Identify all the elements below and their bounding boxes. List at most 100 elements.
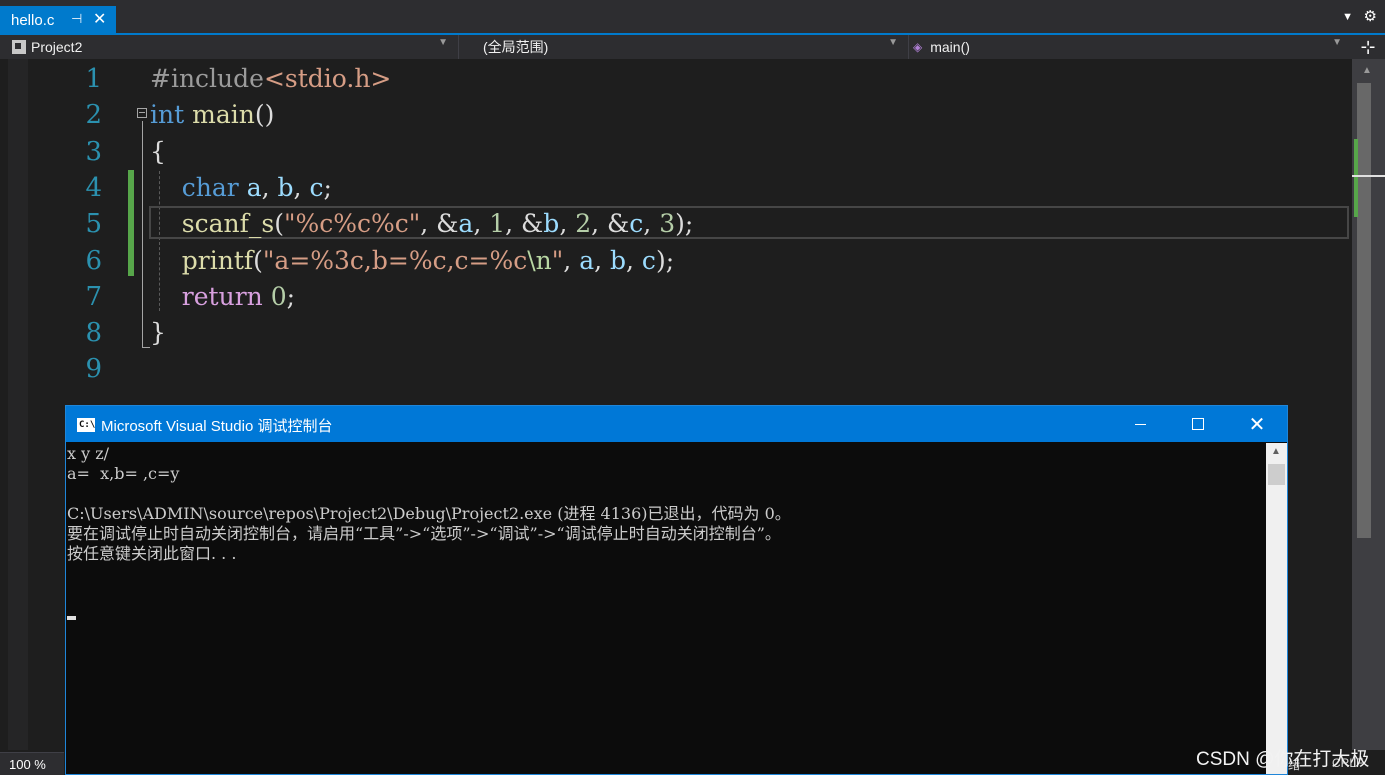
minimize-icon xyxy=(1134,423,1146,425)
console-output[interactable]: x y z/a= x,b= ,c=y C:\Users\ADMIN\source\… xyxy=(66,443,1266,774)
selection-margin xyxy=(8,59,28,750)
console-title-bar[interactable]: C:\ Microsoft Visual Studio 调试控制台 ✕ xyxy=(66,406,1287,442)
code-token: #include xyxy=(150,64,264,93)
code-token: ; xyxy=(323,172,332,202)
code-token: b xyxy=(610,245,627,275)
console-title: Microsoft Visual Studio 调试控制台 xyxy=(101,418,333,435)
change-tracking-bar xyxy=(128,170,134,276)
close-icon[interactable]: ✕ xyxy=(93,9,106,29)
collapse-toggle-icon[interactable] xyxy=(137,108,147,118)
minimize-button[interactable] xyxy=(1111,406,1169,442)
tab-list-dropdown-icon[interactable]: ▼ xyxy=(1342,11,1353,23)
code-token: , xyxy=(293,172,310,202)
chevron-down-icon: ▼ xyxy=(888,37,898,48)
tab-hello-c[interactable]: hello.c ⊣ ✕ xyxy=(0,6,116,34)
code-line[interactable]: { xyxy=(150,134,166,170)
scrollbar-caret-marker xyxy=(1352,175,1385,177)
code-line[interactable]: int main() xyxy=(150,97,274,133)
scope-dropdown[interactable]: (全局范围) ▼ xyxy=(458,35,904,59)
pin-icon[interactable]: ⊣ xyxy=(71,11,82,27)
console-cursor xyxy=(67,616,76,620)
watermark: CSDN @你在打大极 xyxy=(1196,749,1370,770)
code-token: ( xyxy=(274,209,284,239)
code-token: 1 xyxy=(489,209,506,239)
code-token: c xyxy=(629,209,644,239)
line-number: 9 xyxy=(85,354,102,385)
code-token: int xyxy=(150,100,185,130)
code-token: "%c%c%c" xyxy=(283,209,421,239)
code-line[interactable]: char a, b, c; xyxy=(150,170,332,206)
console-app-icon: C:\ xyxy=(77,418,96,432)
close-icon: ✕ xyxy=(1248,413,1266,436)
console-line: x y z/ xyxy=(67,444,110,463)
code-token: , & xyxy=(420,209,459,239)
editor-vertical-scrollbar[interactable]: ▲ xyxy=(1352,59,1385,750)
line-number: 2 xyxy=(85,100,102,131)
scrollbar-thumb[interactable] xyxy=(1268,464,1285,485)
code-line[interactable]: #include<stdio.h> xyxy=(150,61,391,97)
scroll-up-icon[interactable]: ▲ xyxy=(1271,446,1281,457)
line-number: 3 xyxy=(85,136,102,167)
console-line: C:\Users\ADMIN\source\repos\Project2\Deb… xyxy=(67,504,791,523)
code-token: 0 xyxy=(270,281,287,311)
project-dropdown[interactable]: Project2 ▼ xyxy=(8,35,454,59)
code-line[interactable]: scanf_s("%c%c%c", &a, 1, &b, 2, &c, 3); xyxy=(150,206,694,242)
project-label: Project2 xyxy=(31,39,83,55)
outline-fold-end xyxy=(142,347,150,348)
close-window-button[interactable]: ✕ xyxy=(1228,406,1286,442)
line-number: 8 xyxy=(85,318,102,349)
console-line: a= x,b= ,c=y xyxy=(67,464,180,483)
code-line[interactable]: printf("a=%3c,b=%c,c=%c\n", a, b, c); xyxy=(150,243,674,279)
code-token: , xyxy=(261,172,278,202)
debug-console-window[interactable]: C:\ Microsoft Visual Studio 调试控制台 ✕ x y … xyxy=(65,405,1288,775)
member-dropdown[interactable]: ◈ main() ▼ xyxy=(908,35,1348,59)
zoom-level[interactable]: 100 % xyxy=(0,752,64,775)
code-token: return xyxy=(181,281,263,311)
navigation-bar: Project2 ▼ (全局范围) ▼ ◈ main() ▼ ⊹ xyxy=(0,35,1385,59)
line-number: 6 xyxy=(85,245,102,276)
code-token: b xyxy=(543,209,560,239)
line-number: 5 xyxy=(85,209,102,240)
scrollbar-thumb[interactable] xyxy=(1357,83,1371,538)
code-token: c xyxy=(309,172,324,202)
code-line[interactable]: } xyxy=(150,315,166,351)
code-token: " xyxy=(551,245,564,275)
console-line: 按任意键关闭此窗口. . . xyxy=(67,544,237,563)
code-token: , & xyxy=(505,209,544,239)
project-icon xyxy=(12,40,26,54)
code-token: char xyxy=(181,172,239,202)
maximize-button[interactable] xyxy=(1169,406,1227,442)
tab-filename: hello.c xyxy=(11,11,55,29)
code-line[interactable]: return 0; xyxy=(150,279,295,315)
chevron-down-icon: ▼ xyxy=(1332,37,1342,48)
method-cube-icon: ◈ xyxy=(913,40,923,54)
gear-icon[interactable]: ⚙ xyxy=(1364,7,1377,25)
code-token: , xyxy=(626,245,642,275)
code-token: , xyxy=(563,245,580,275)
code-token: a xyxy=(246,172,262,202)
line-number: 4 xyxy=(85,172,102,203)
member-label: main() xyxy=(930,39,970,55)
outline-fold-line xyxy=(142,121,143,347)
code-token: <stdio.h> xyxy=(263,64,392,93)
scroll-up-icon[interactable]: ▲ xyxy=(1362,65,1372,76)
console-line: 要在调试停止时自动关闭控制台，请启用“工具”->“选项”->“调试”->“调试停… xyxy=(67,524,781,543)
code-token: () xyxy=(254,100,275,130)
maximize-icon xyxy=(1192,418,1204,430)
code-token: scanf_s xyxy=(181,209,275,239)
code-token: , xyxy=(643,209,660,239)
document-tab-strip: hello.c ⊣ ✕ ▼ ⚙ xyxy=(0,0,1385,34)
code-token: { xyxy=(150,136,166,166)
line-number: 1 xyxy=(85,64,102,94)
console-vertical-scrollbar[interactable]: ▲ xyxy=(1266,443,1287,774)
code-token: "a=%3c,b=%c,c=%c xyxy=(262,245,528,275)
split-window-icon[interactable]: ⊹ xyxy=(1351,35,1385,59)
code-token: 3 xyxy=(659,209,676,239)
